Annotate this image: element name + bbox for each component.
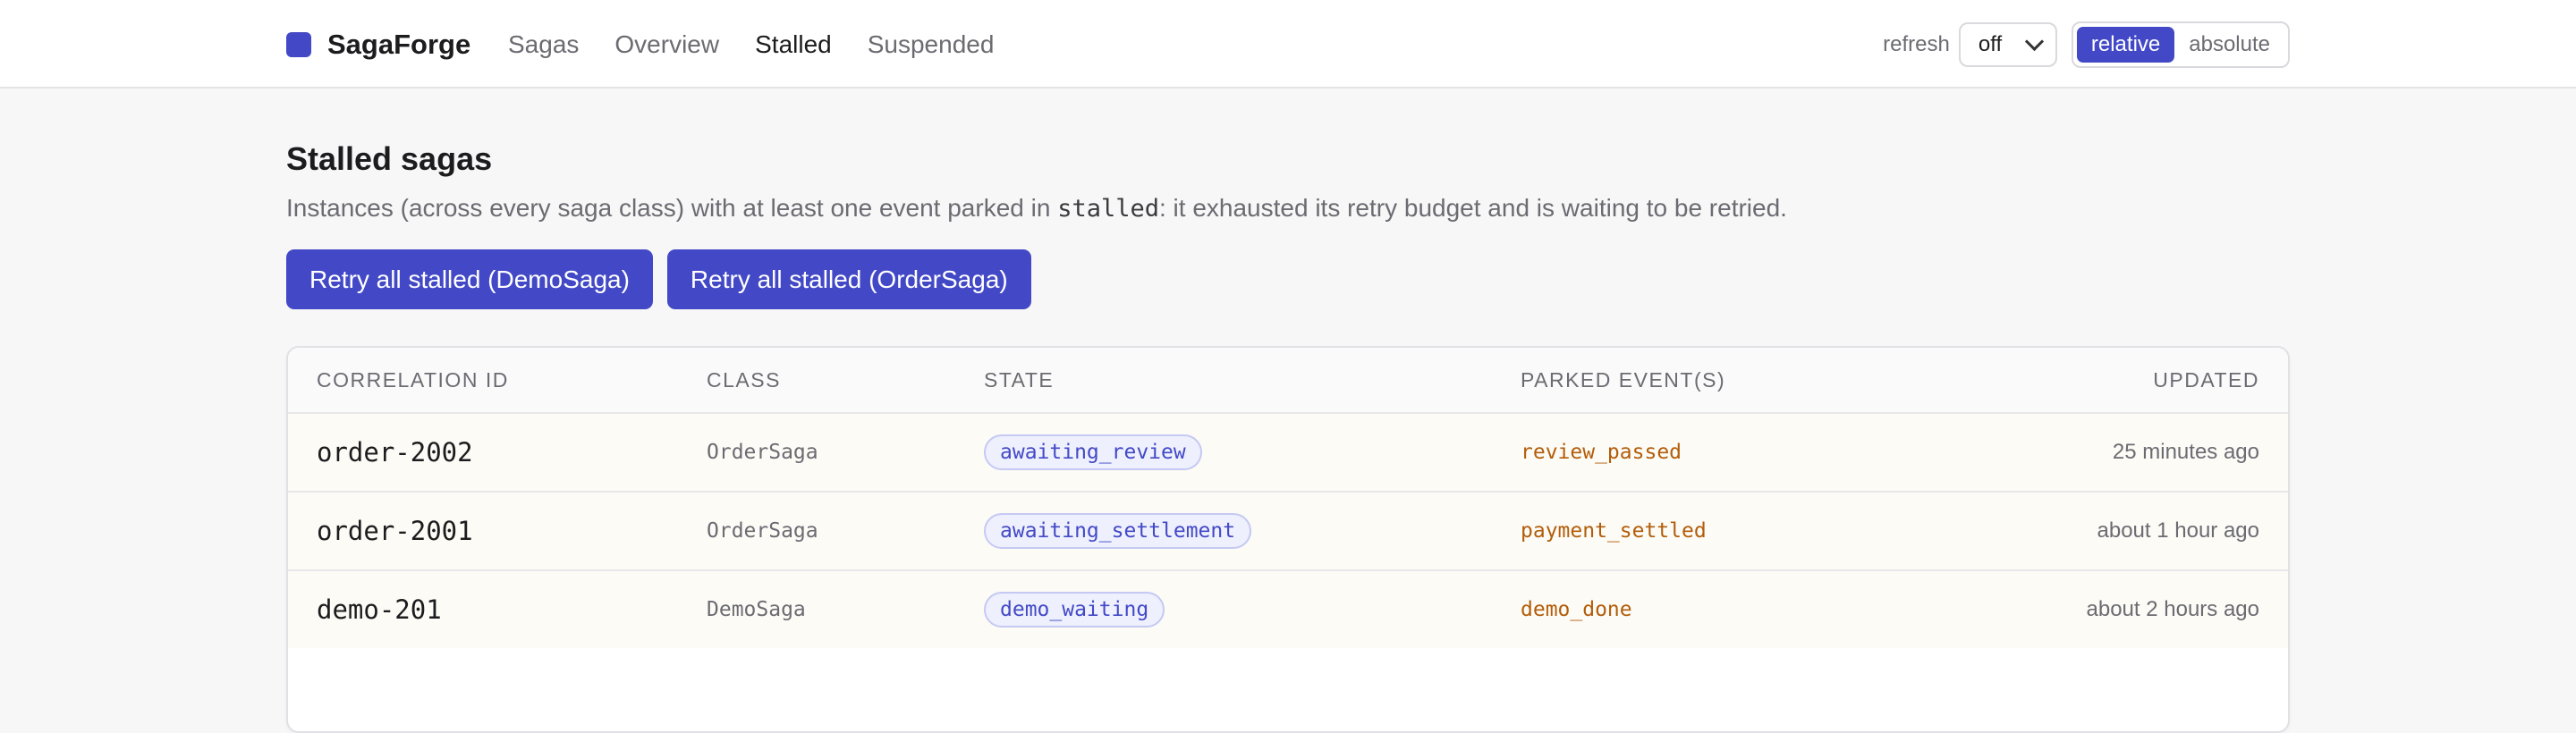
state-badge: awaiting_settlement [984,513,1252,549]
page-description: Instances (across every saga class) with… [286,194,1787,223]
top-bar: SagaForge Sagas Overview Stalled Suspend… [0,0,2576,88]
updated-time: about 1 hour ago [2097,518,2260,543]
toggle-absolute[interactable]: absolute [2174,27,2284,63]
updated-time: about 2 hours ago [2086,597,2260,621]
header-class: CLASS [707,367,781,392]
app-name: SagaForge [327,28,471,60]
table-row[interactable]: demo-201 DemoSaga demo_waiting demo_done… [288,571,2288,648]
header-controls: refresh off relative absolute [1883,0,2290,88]
nav-sagas[interactable]: Sagas [508,30,579,59]
correlation-id-link[interactable]: order-2001 [317,516,473,546]
retry-ordersaga-button[interactable]: Retry all stalled (OrderSaga) [666,249,1031,309]
refresh-select[interactable]: off [1958,21,2057,67]
toggle-relative[interactable]: relative [2076,26,2175,63]
saga-class: OrderSaga [707,441,818,464]
chevron-down-icon [2024,31,2044,52]
logo-icon [286,31,311,57]
main-nav: Sagas Overview Stalled Suspended [508,0,1030,88]
action-bar: Retry all stalled (DemoSaga) Retry all s… [286,249,1046,309]
state-badge: demo_waiting [984,592,1165,628]
table-row[interactable]: order-2002 OrderSaga awaiting_review rev… [288,414,2288,493]
description-text-before: Instances (across every saga class) with… [286,194,1058,222]
parked-event: demo_done [1521,598,1632,621]
table-header: CORRELATION ID CLASS STATE PARKED EVENT(… [288,348,2288,414]
header-state: STATE [984,367,1055,392]
header-parked-events: PARKED EVENT(S) [1521,367,1726,392]
state-badge: awaiting_review [984,434,1202,470]
nav-stalled[interactable]: Stalled [755,30,832,59]
retry-demosaga-button[interactable]: Retry all stalled (DemoSaga) [286,249,653,309]
header-updated: UPDATED [2153,367,2259,392]
parked-event: payment_settled [1521,519,1707,543]
refresh-select-value: off [1978,31,2003,56]
description-code: stalled [1057,195,1159,223]
saga-class: OrderSaga [707,519,818,543]
header-correlation-id: CORRELATION ID [317,367,509,392]
nav-overview[interactable]: Overview [614,30,719,59]
nav-suspended[interactable]: Suspended [868,30,995,59]
updated-time: 25 minutes ago [2112,440,2259,464]
time-mode-toggle: relative absolute [2071,21,2290,68]
correlation-id-link[interactable]: demo-201 [317,594,442,625]
brand[interactable]: SagaForge [286,0,470,88]
table-row[interactable]: order-2001 OrderSaga awaiting_settlement… [288,493,2288,571]
stalled-table: CORRELATION ID CLASS STATE PARKED EVENT(… [286,346,2290,733]
saga-class: DemoSaga [707,598,806,621]
parked-event: review_passed [1521,441,1682,464]
correlation-id-link[interactable]: order-2002 [317,437,473,468]
page-title: Stalled sagas [286,140,493,177]
refresh-label: refresh [1883,31,1950,56]
description-text-after: : it exhausted its retry budget and is w… [1159,194,1787,222]
